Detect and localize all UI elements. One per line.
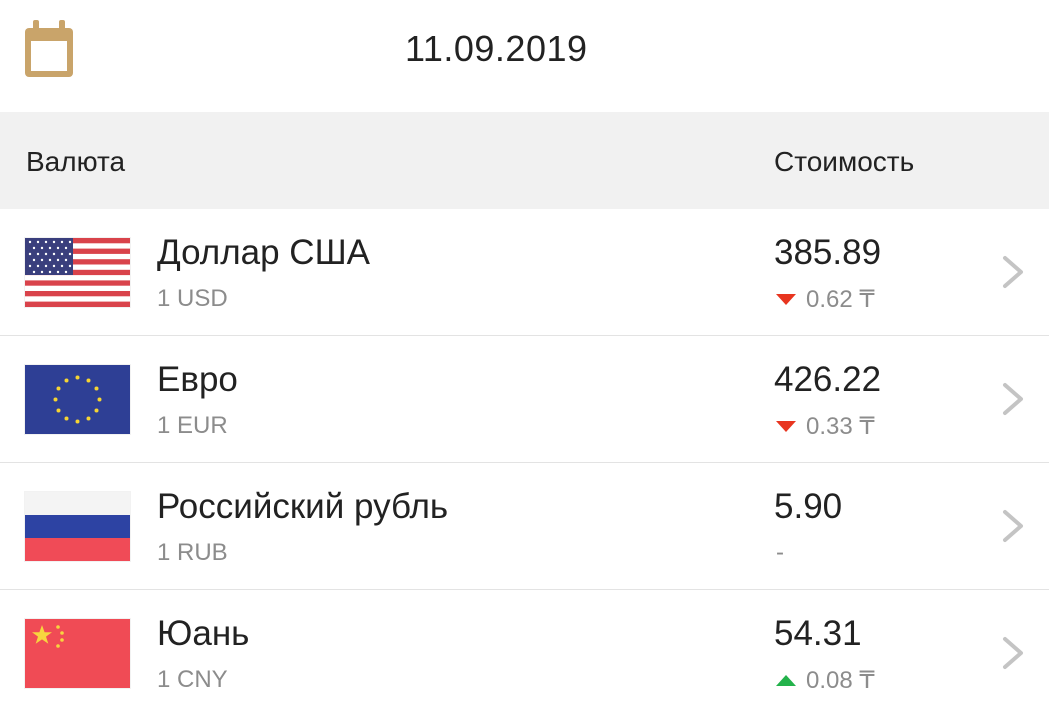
change-value: 0.62 ₸ bbox=[806, 286, 875, 313]
up-arrow-icon bbox=[776, 675, 796, 686]
cn-flag-icon bbox=[25, 619, 130, 688]
chevron-right-icon[interactable] bbox=[1000, 509, 1026, 543]
chevron-right-icon[interactable] bbox=[1000, 636, 1026, 670]
currency-change: - bbox=[776, 539, 784, 567]
top-bar: 11.09.2019 bbox=[0, 0, 1049, 112]
currency-name: Доллар США bbox=[157, 233, 370, 272]
currency-price: 426.22 bbox=[774, 360, 882, 399]
table-header: Валюта Стоимость bbox=[0, 112, 1049, 209]
change-value: 0.33 ₸ bbox=[806, 413, 875, 440]
currency-code: 1 RUB bbox=[157, 539, 228, 566]
currency-price: 54.31 bbox=[774, 614, 862, 653]
currency-name: Российский рубль bbox=[157, 487, 449, 526]
currency-price: 5.90 bbox=[774, 487, 843, 526]
currency-row-usd[interactable]: Доллар США 1 USD 385.89 0.62 ₸ bbox=[0, 209, 1049, 336]
calendar-icon[interactable] bbox=[22, 20, 76, 80]
currency-code: 1 EUR bbox=[157, 412, 228, 439]
chevron-right-icon[interactable] bbox=[1000, 255, 1026, 289]
chevron-right-icon[interactable] bbox=[1000, 382, 1026, 416]
currency-row-rub[interactable]: Российский рубль 1 RUB 5.90 - bbox=[0, 463, 1049, 590]
currency-change: 0.08 ₸ bbox=[776, 666, 875, 695]
currency-row-cny[interactable]: Юань 1 CNY 54.31 0.08 ₸ bbox=[0, 590, 1049, 716]
currency-row-eur[interactable]: Евро 1 EUR 426.22 0.33 ₸ bbox=[0, 336, 1049, 463]
currency-code: 1 USD bbox=[157, 285, 228, 312]
eu-flag-icon bbox=[25, 365, 130, 434]
change-value: - bbox=[776, 539, 784, 566]
currency-name: Евро bbox=[157, 360, 238, 399]
down-arrow-icon bbox=[776, 294, 796, 305]
currency-name: Юань bbox=[157, 614, 250, 653]
currency-price: 385.89 bbox=[774, 233, 882, 272]
currency-list: Доллар США 1 USD 385.89 0.62 ₸ Евро 1 EU… bbox=[0, 209, 1049, 716]
ru-flag-icon bbox=[25, 492, 130, 561]
currency-code: 1 CNY bbox=[157, 666, 228, 693]
us-flag-icon bbox=[25, 238, 130, 307]
currency-change: 0.33 ₸ bbox=[776, 412, 875, 441]
currency-change: 0.62 ₸ bbox=[776, 285, 875, 314]
date-selector[interactable]: 11.09.2019 bbox=[405, 28, 588, 70]
column-header-value: Стоимость bbox=[774, 146, 915, 177]
down-arrow-icon bbox=[776, 421, 796, 432]
change-value: 0.08 ₸ bbox=[806, 667, 875, 694]
column-header-currency: Валюта bbox=[26, 146, 126, 177]
